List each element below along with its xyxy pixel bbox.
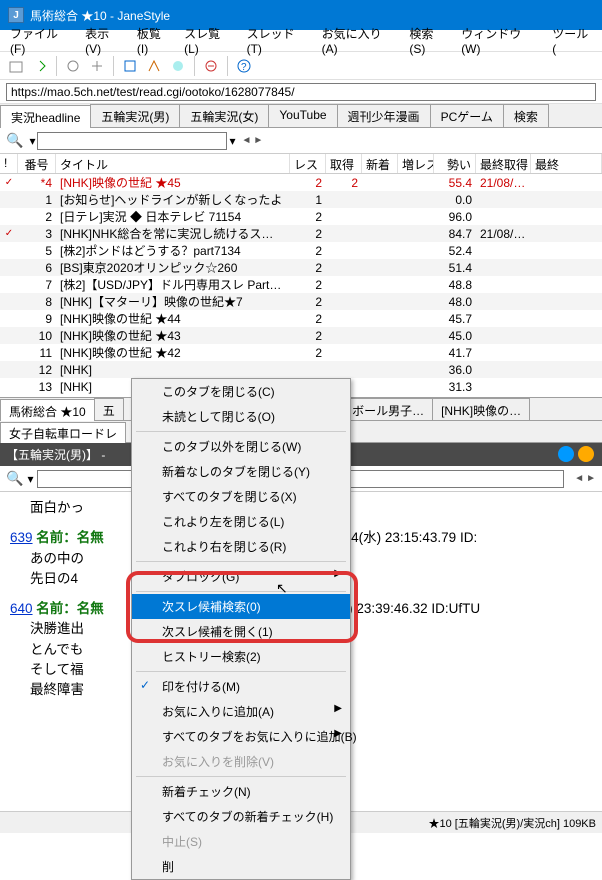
ctx-del-fav: お気に入りを削除(V) <box>132 749 350 774</box>
tab-gorin-partial[interactable]: 五 <box>94 398 124 420</box>
tab-youtube[interactable]: YouTube <box>268 104 337 127</box>
table-row[interactable]: ✓3[NHK]NHK総合を常に実況し続けるス…284.721/08/0… <box>0 225 602 242</box>
tab-search[interactable]: 検索 <box>503 104 549 127</box>
ctx-close-all[interactable]: すべてのタブを閉じる(X) <box>132 484 350 509</box>
col-no[interactable]: 番号 <box>18 154 56 173</box>
context-menu: このタブを閉じる(C) 未読として閉じる(O) このタブ以外を閉じる(W) 新着… <box>131 378 351 880</box>
cursor-icon: ↖ <box>276 580 288 597</box>
table-row[interactable]: 12[NHK]36.0 <box>0 361 602 378</box>
table-row[interactable]: 9[NHK]映像の世紀 ★44245.7 <box>0 310 602 327</box>
thread-nav-right[interactable]: ► <box>586 473 596 484</box>
col-ikioi[interactable]: 勢い <box>434 154 476 173</box>
col-last[interactable]: 最終取得 <box>476 154 531 173</box>
menu-search[interactable]: 検索(S) <box>403 23 455 58</box>
tab-joshi[interactable]: 女子自転車ロードレ <box>0 422 126 443</box>
toolbar-btn-8[interactable] <box>201 56 221 76</box>
toolbar-btn-5[interactable] <box>120 56 140 76</box>
tab-shonen[interactable]: 週刊少年漫画 <box>337 104 431 127</box>
toolbar-btn-4[interactable] <box>87 56 107 76</box>
menu-threadlist[interactable]: スレ覧(L) <box>178 23 240 58</box>
ctx-close-tab[interactable]: このタブを閉じる(C) <box>132 379 350 404</box>
thread-search-icon[interactable]: 🔍 <box>6 470 23 487</box>
tab-jikkyou[interactable]: 実況headline <box>0 105 91 128</box>
ctx-mark[interactable]: ✓印を付ける(M) <box>132 674 350 699</box>
col-extra[interactable]: 最終 <box>531 154 602 173</box>
table-row[interactable]: 7[株2]【USD/JPY】ドル円専用スレ Part…248.8 <box>0 276 602 293</box>
menu-window[interactable]: ウィンドウ(W) <box>455 23 546 58</box>
ctx-close-nonew[interactable]: 新着なしのタブを閉じる(Y) <box>132 459 350 484</box>
ctx-next-search[interactable]: 次スレ候補検索(0) <box>132 594 350 619</box>
ctx-close-others[interactable]: このタブ以外を閉じる(W) <box>132 434 350 459</box>
menu-tool[interactable]: ツール( <box>546 23 598 58</box>
ctx-close-left[interactable]: これより左を閉じる(L) <box>132 509 350 534</box>
url-input[interactable] <box>6 83 596 101</box>
toolbar-btn-help[interactable]: ? <box>234 56 254 76</box>
post-number[interactable]: 640 <box>10 601 33 616</box>
col-mark[interactable]: ! <box>0 154 18 173</box>
ctx-close-right[interactable]: これより右を閉じる(R) <box>132 534 350 559</box>
menu-view[interactable]: 表示(V) <box>79 23 131 58</box>
post-name: 名前：名無 <box>36 530 104 545</box>
nav-left-icon[interactable]: ◄ <box>242 135 252 146</box>
col-res[interactable]: レス <box>290 154 326 173</box>
menu-board[interactable]: 板覧(I) <box>131 23 178 58</box>
post-name: 名前：名無 <box>36 601 104 616</box>
col-get[interactable]: 取得 <box>326 154 362 173</box>
filter-icon-1[interactable] <box>558 446 574 462</box>
toolbar-btn-3[interactable] <box>63 56 83 76</box>
table-row[interactable]: 5[株2]ポンドはどうする？part7134252.4 <box>0 242 602 259</box>
toolbar-btn-7[interactable] <box>168 56 188 76</box>
post-number[interactable]: 639 <box>10 530 33 545</box>
filter-icon-2[interactable] <box>578 446 594 462</box>
window-title: 馬術総合 ★10 - JaneStyle <box>30 7 170 24</box>
ctx-add-fav[interactable]: お気に入りに追加(A)▶ <box>132 699 350 724</box>
menu-file[interactable]: ファイル(F) <box>4 23 79 58</box>
nav-right-icon[interactable]: ► <box>253 135 263 146</box>
menu-thread[interactable]: スレッド(T) <box>241 23 316 58</box>
tab-bajutsu[interactable]: 馬術総合 ★10 <box>0 399 95 421</box>
thread-list[interactable]: ✓*4[NHK]映像の世紀 ★452255.421/08/0…1[お知らせ]ヘッ… <box>0 174 602 395</box>
menu-fav[interactable]: お気に入り(A) <box>316 23 404 58</box>
table-row[interactable]: 6[BS]東京2020オリンピック☆260251.4 <box>0 259 602 276</box>
board-tabs: 実況headline 五輪実況(男) 五輪実況(女) YouTube 週刊少年漫… <box>0 104 602 128</box>
thread-header: 【五輪実況(男)】 - <box>6 446 105 463</box>
table-row[interactable]: 1[お知らせ]ヘッドラインが新しくなったよ10.0 <box>0 191 602 208</box>
ctx-close-unread[interactable]: 未読として閉じる(O) <box>132 404 350 429</box>
tab-gorin-m[interactable]: 五輪実況(男) <box>90 104 180 127</box>
table-row[interactable]: 2[日テレ]実況 ◆ 日本テレビ 71154296.0 <box>0 208 602 225</box>
tab-pc[interactable]: PCゲーム <box>430 104 504 127</box>
toolbar-btn-6[interactable] <box>144 56 164 76</box>
toolbar-btn-1[interactable] <box>6 56 26 76</box>
toolbar-btn-2[interactable] <box>30 56 50 76</box>
search-icon[interactable]: 🔍 <box>6 132 23 149</box>
ctx-new-check-all[interactable]: すべてのタブの新着チェック(H) <box>132 804 350 829</box>
col-zou[interactable]: 増レス <box>398 154 434 173</box>
search-input[interactable] <box>37 132 227 150</box>
ctx-del[interactable]: 削 <box>132 854 350 879</box>
ctx-add-all-fav[interactable]: すべてのタブをお気に入りに追加(B)▶ <box>132 724 350 749</box>
table-row[interactable]: 11[NHK]映像の世紀 ★42241.7 <box>0 344 602 361</box>
menu-bar: ファイル(F) 表示(V) 板覧(I) スレ覧(L) スレッド(T) お気に入り… <box>0 30 602 52</box>
col-new[interactable]: 新着 <box>362 154 398 173</box>
grid-header: ! 番号 タイトル レス 取得 新着 増レス 勢い 最終取得 最終 <box>0 154 602 174</box>
ctx-new-check[interactable]: 新着チェック(N) <box>132 779 350 804</box>
tab-gorin-f[interactable]: 五輪実況(女) <box>179 104 269 127</box>
table-row[interactable]: 10[NHK]映像の世紀 ★43245.0 <box>0 327 602 344</box>
thread-nav-left[interactable]: ◄ <box>574 473 584 484</box>
ctx-next-open[interactable]: 次スレ候補を開く(1) <box>132 619 350 644</box>
col-title[interactable]: タイトル <box>56 154 290 173</box>
tab-eizo[interactable]: [NHK]映像の… <box>432 398 530 420</box>
ctx-history[interactable]: ヒストリー検索(2) <box>132 644 350 669</box>
table-row[interactable]: ✓*4[NHK]映像の世紀 ★452255.421/08/0… <box>0 174 602 191</box>
svg-text:?: ? <box>241 62 247 73</box>
table-row[interactable]: 8[NHK]【マターリ】映像の世紀★7248.0 <box>0 293 602 310</box>
app-icon: J <box>8 7 24 23</box>
ctx-tablock[interactable]: タブロック(G)▶ <box>132 564 350 589</box>
status-right: ★10 [五輪実況(男)/実況ch] 109KB <box>429 815 597 831</box>
